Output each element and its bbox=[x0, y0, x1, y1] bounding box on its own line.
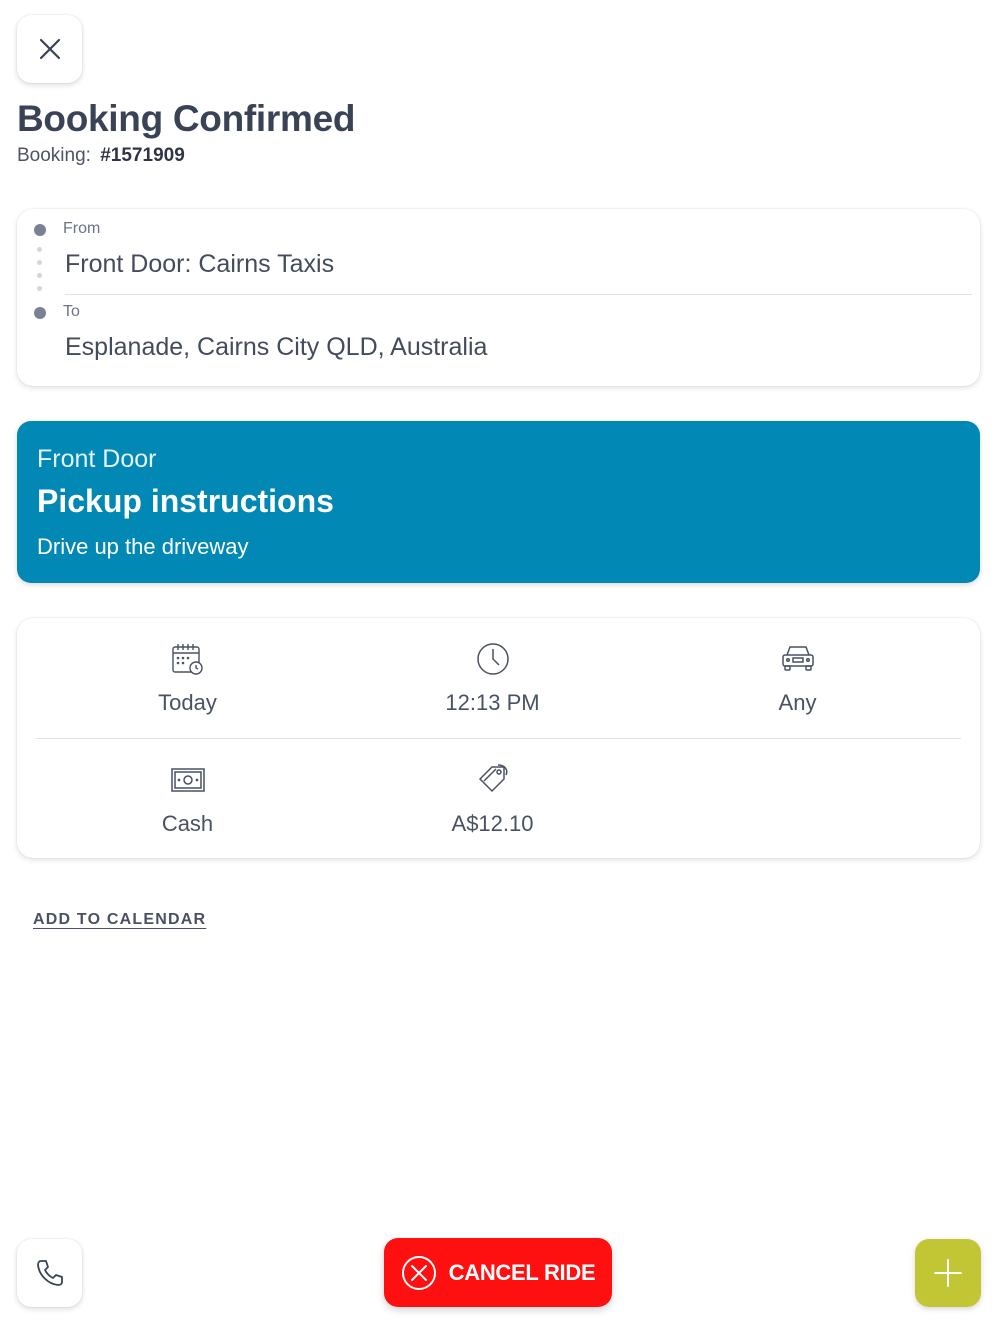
phone-icon bbox=[36, 1260, 63, 1286]
detail-payment: Cash bbox=[35, 763, 340, 837]
plus-icon bbox=[934, 1259, 962, 1287]
to-dot-icon bbox=[34, 307, 46, 319]
details-divider bbox=[36, 738, 961, 739]
booking-label: Booking: bbox=[17, 145, 91, 166]
pickup-instructions-card: Front Door Pickup instructions Drive up … bbox=[17, 421, 980, 583]
route-connector bbox=[37, 286, 42, 291]
cash-icon bbox=[170, 768, 205, 792]
detail-vehicle: Any bbox=[645, 642, 950, 716]
price-label: A$12.10 bbox=[451, 811, 534, 836]
call-button[interactable] bbox=[17, 1239, 82, 1307]
payment-label: Cash bbox=[161, 811, 214, 836]
route-connector bbox=[37, 273, 42, 278]
to-value[interactable]: Esplanade, Cairns City QLD, Australia bbox=[65, 333, 487, 362]
booking-number: #1571909 bbox=[100, 145, 185, 166]
car-icon bbox=[781, 646, 814, 671]
cancel-ride-button[interactable]: CANCEL RIDE bbox=[384, 1238, 612, 1307]
booking-number-line: Booking: #1571909 bbox=[17, 145, 185, 167]
close-icon bbox=[39, 38, 60, 60]
pickup-instructions-text: Drive up the driveway bbox=[37, 534, 249, 559]
route-connector bbox=[37, 247, 42, 252]
from-dot-icon bbox=[34, 224, 46, 236]
page-title: Booking Confirmed bbox=[17, 98, 356, 139]
from-label: From bbox=[63, 220, 101, 237]
route-divider bbox=[65, 294, 972, 295]
add-button[interactable] bbox=[915, 1239, 981, 1307]
clock-icon bbox=[476, 643, 509, 675]
pickup-heading: Pickup instructions bbox=[37, 483, 334, 519]
price-tag-icon bbox=[478, 764, 507, 793]
route-connector bbox=[37, 260, 42, 265]
detail-price: A$12.10 bbox=[340, 763, 645, 837]
detail-time: 12:13 PM bbox=[340, 642, 645, 716]
from-value[interactable]: Front Door: Cairns Taxis bbox=[65, 250, 334, 279]
trip-details-card: Today 12:13 PM Any Cash A$12.10 bbox=[17, 618, 980, 858]
cancel-ride-label: CANCEL RIDE bbox=[448, 1259, 596, 1285]
pickup-location: Front Door bbox=[37, 445, 157, 473]
vehicle-label: Any bbox=[778, 690, 817, 715]
detail-date: Today bbox=[35, 642, 340, 716]
calendar-clock-icon bbox=[171, 644, 203, 675]
to-label: To bbox=[63, 303, 80, 320]
cancel-circle-icon bbox=[401, 1255, 436, 1290]
date-label: Today bbox=[158, 690, 217, 715]
add-to-calendar-link[interactable]: ADD TO CALENDAR bbox=[33, 911, 206, 929]
close-button[interactable] bbox=[17, 15, 82, 83]
time-label: 12:13 PM bbox=[445, 690, 540, 715]
route-card: From Front Door: Cairns Taxis To Esplana… bbox=[17, 209, 980, 386]
